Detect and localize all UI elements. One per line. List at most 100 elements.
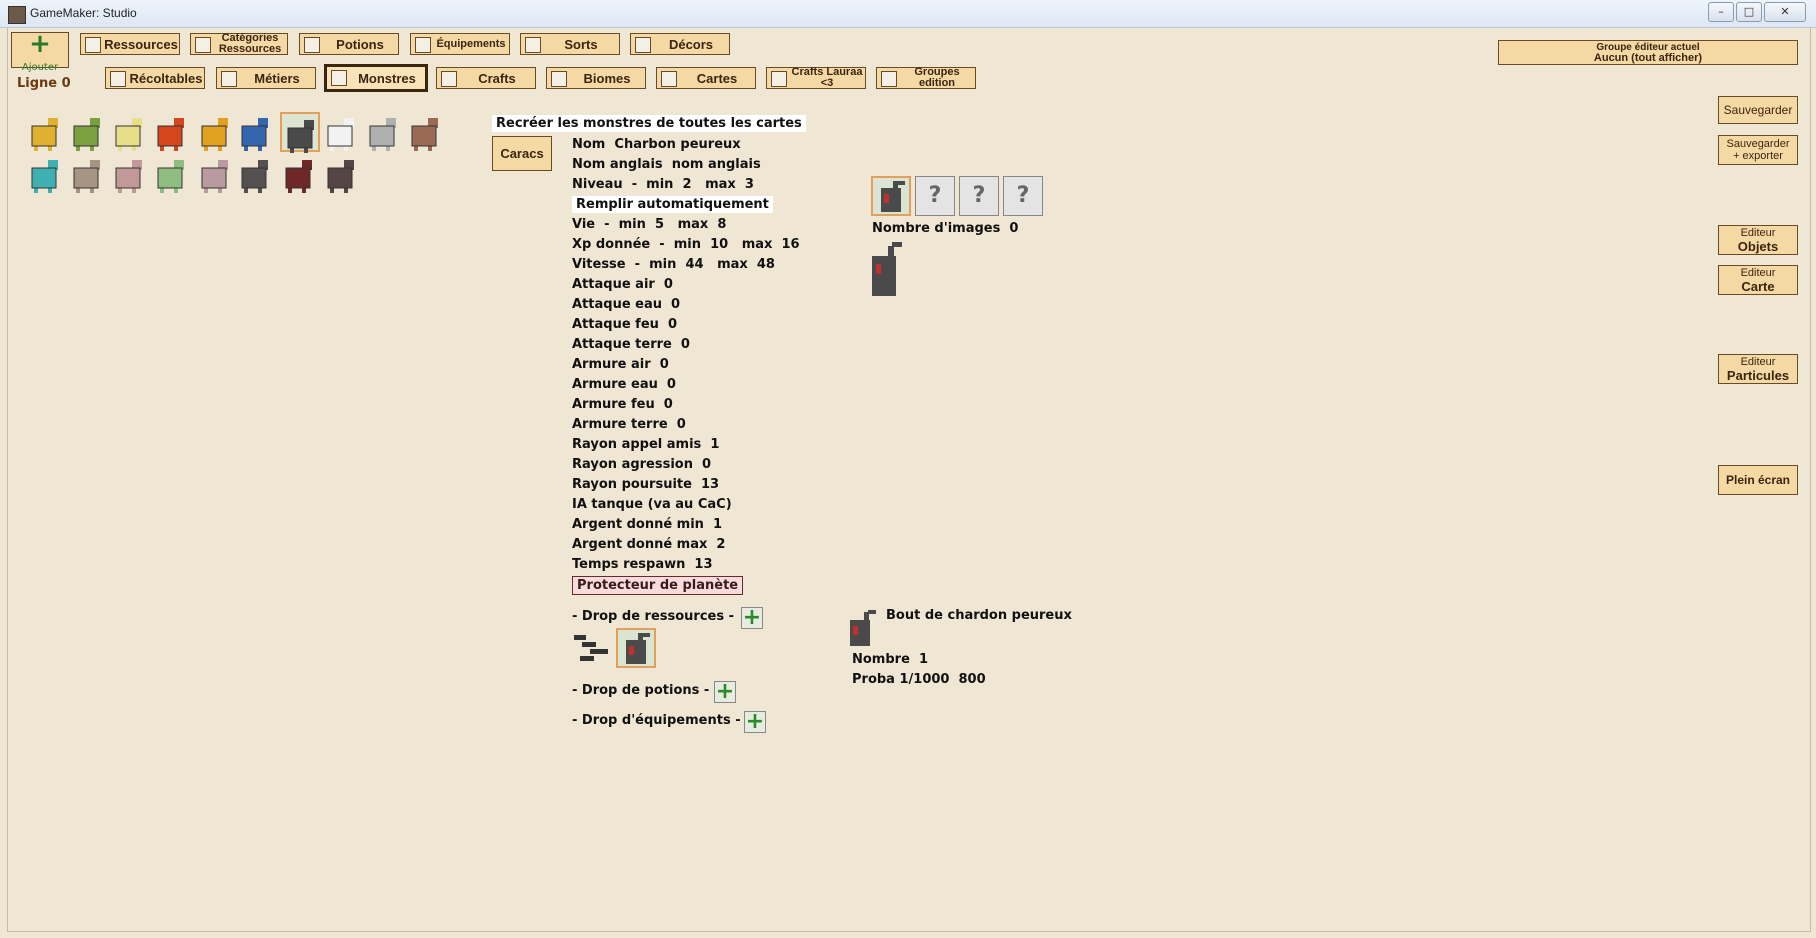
money-max[interactable]: Argent donné max 2 [572,537,725,552]
sprite-dark-cart[interactable] [236,154,276,194]
recreate-monsters-button[interactable]: Recréer les monstres de toutes les carte… [492,115,806,132]
sprite-red-creature[interactable] [152,112,192,152]
speed-min[interactable]: 44 [685,257,703,272]
sprite-tan-creature[interactable] [68,154,108,194]
add-button[interactable]: + Ajouter [11,31,69,73]
group-editor-selector[interactable]: Groupe éditeur actuel Aucun (tout affich… [1498,40,1798,65]
sprite-teal-creature[interactable] [26,154,66,194]
level-max[interactable]: 3 [745,177,754,192]
particles-editor-button[interactable]: Editeur Particules [1718,354,1798,384]
sprite-dark-grey-creature[interactable] [322,154,362,194]
life-row: Vie - min 5 max 8 [572,217,726,232]
life-max[interactable]: 8 [717,217,726,232]
sprite-grey-creature[interactable] [364,112,404,152]
tab-crafts[interactable]: Crafts [436,67,536,89]
english-name-value[interactable]: nom anglais [672,157,761,172]
add-potion-drop-button[interactable]: + [714,681,736,703]
sprite-pale-yellow-creature[interactable] [110,112,150,152]
minimize-button[interactable]: – [1708,2,1734,22]
sprite-gold-creature[interactable] [196,112,236,152]
tab-potions[interactable]: Potions [299,33,399,55]
objects-editor-button[interactable]: Editeur Objets [1718,225,1798,255]
sprite-green-plant[interactable] [152,154,192,194]
image-count-value[interactable]: 0 [1009,221,1018,236]
checkbox[interactable] [195,37,211,53]
drop-probability[interactable]: Proba 1/1000 800 [852,672,986,687]
planet-protector-toggle[interactable]: Protecteur de planète [572,576,744,595]
tab-recoltables[interactable]: Récoltables [105,67,205,89]
checkbox[interactable] [771,71,787,87]
image-slot-empty[interactable]: ? [915,176,955,216]
sprite-green-creature[interactable] [68,112,108,152]
maximize-button[interactable]: □ [1736,2,1762,22]
autofill-button[interactable]: Remplir automatiquement [572,196,773,213]
tab-crafts-lauraa[interactable]: Crafts Lauraa <3 [766,67,866,89]
checkbox[interactable] [525,37,541,53]
name-value[interactable]: Charbon peureux [614,137,740,152]
tab-monstres[interactable]: Monstres [324,64,428,92]
life-min[interactable]: 5 [655,217,664,232]
pursuit-radius[interactable]: Rayon poursuite 13 [572,477,719,492]
sprite-brown-creature[interactable] [406,112,446,152]
tab-groupes-edition[interactable]: Groupes edition [876,67,976,89]
armor-air[interactable]: Armure air 0 [572,357,669,372]
attack-earth[interactable]: Attaque terre 0 [572,337,690,352]
fullscreen-button[interactable]: Plein écran [1718,465,1798,495]
checkbox[interactable] [441,71,457,87]
level-min[interactable]: 2 [682,177,691,192]
checkbox[interactable] [551,71,567,87]
drop-number[interactable]: Nombre 1 [852,652,928,667]
tab-metiers[interactable]: Métiers [216,67,316,89]
image-slot-empty[interactable]: ? [1003,176,1043,216]
add-equipment-drop-button[interactable]: + [744,711,766,733]
sprite-pink-creature[interactable] [110,154,150,194]
attack-fire[interactable]: Attaque feu 0 [572,317,677,332]
tab-sorts[interactable]: Sorts [520,33,620,55]
money-min[interactable]: Argent donné min 1 [572,517,722,532]
tab-biomes[interactable]: Biomes [546,67,646,89]
armor-water[interactable]: Armure eau 0 [572,377,676,392]
attack-air[interactable]: Attaque air 0 [572,277,673,292]
close-button[interactable]: ✕ [1764,2,1806,22]
image-slot-empty[interactable]: ? [959,176,999,216]
map-editor-button[interactable]: Editeur Carte [1718,265,1798,295]
checkbox[interactable] [881,71,897,87]
sprite-blue-creature[interactable] [236,112,276,152]
tab-cartes[interactable]: Cartes [656,67,756,89]
checkbox[interactable] [331,70,347,86]
checkbox[interactable] [85,37,101,53]
sprite-dark-red-creature[interactable] [280,154,320,194]
checkbox[interactable] [221,71,237,87]
drop-list-icon[interactable] [574,633,610,667]
drop-resource-slot[interactable] [616,628,656,668]
sprite-white-creature[interactable] [322,112,362,152]
add-resource-drop-button[interactable]: + [741,607,763,629]
sprite-mauve-creature[interactable] [196,154,236,194]
sprite-dark-grey-creature-icon [327,160,354,193]
attack-water[interactable]: Attaque eau 0 [572,297,680,312]
sprite-yellow-creature[interactable] [26,112,66,152]
tab-categories-ressources[interactable]: Catégories Ressources [190,33,288,55]
checkbox[interactable] [415,37,431,53]
caracs-button[interactable]: Caracs [492,136,552,171]
aggression-radius[interactable]: Rayon agression 0 [572,457,711,472]
xp-max[interactable]: 16 [782,237,800,252]
xp-min[interactable]: 10 [710,237,728,252]
checkbox[interactable] [304,37,320,53]
save-button[interactable]: Sauvegarder [1718,96,1798,124]
speed-max[interactable]: 48 [757,257,775,272]
sprite-charcoal-selected[interactable] [280,112,320,153]
image-slot-selected[interactable] [871,176,911,216]
ai-tank-toggle[interactable]: IA tanque (va au CaC) [572,497,732,512]
tab-equipements[interactable]: Équipements [410,33,510,55]
tab-ressources[interactable]: Ressources [80,33,180,55]
tab-decors[interactable]: Décors [630,33,730,55]
checkbox[interactable] [635,37,651,53]
armor-fire[interactable]: Armure feu 0 [572,397,673,412]
armor-earth[interactable]: Armure terre 0 [572,417,686,432]
checkbox[interactable] [661,71,677,87]
checkbox[interactable] [110,71,126,87]
save-export-button[interactable]: Sauvegarder + exporter [1718,135,1798,165]
respawn-time[interactable]: Temps respawn 13 [572,557,713,572]
call-friends-radius[interactable]: Rayon appel amis 1 [572,437,719,452]
